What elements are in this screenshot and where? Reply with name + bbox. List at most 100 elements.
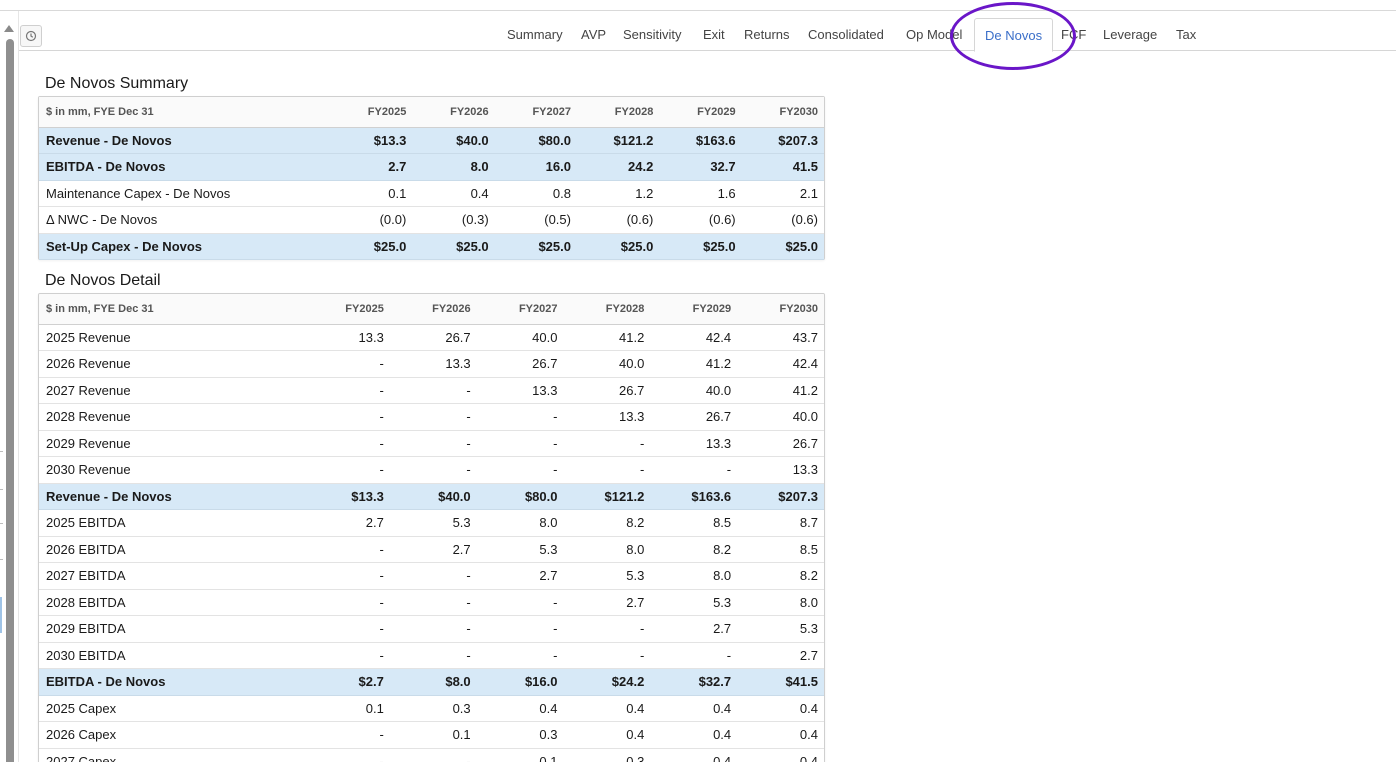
value-cell: 8.0 <box>412 153 495 181</box>
summary-header-row: $ in mm, FYE Dec 31 FY2025 FY2026 FY2027 FY2… <box>39 97 824 128</box>
value-cell: 0.4 <box>737 748 824 762</box>
rail-marker <box>0 597 2 633</box>
table-row: 2027 EBITDA - -2.7 5.3 8.0 8.2 <box>39 562 824 590</box>
value-cell: 26.7 <box>737 430 824 457</box>
value-cell: - <box>563 456 651 484</box>
year-header: FY2029 <box>650 294 738 325</box>
value-cell: 13.3 <box>476 377 564 404</box>
row-label: Revenue - De Novos <box>39 127 330 154</box>
tab-bar: Summary AVP Sensitivity Exit Returns Consolid… <box>19 18 1396 52</box>
row-label: Set-Up Capex - De Novos <box>39 233 330 260</box>
total-row: Revenue - De Novos $13.3 $40.0 $80.0 $121.2 $… <box>39 483 824 510</box>
value-cell: $40.0 <box>389 483 477 510</box>
row-label: 2025 EBITDA <box>39 509 303 537</box>
value-cell: - <box>476 456 564 484</box>
tab-leverage[interactable]: Leverage <box>1103 27 1157 42</box>
value-cell: 8.2 <box>650 536 738 563</box>
value-cell: 0.3 <box>476 721 564 749</box>
value-cell: 8.0 <box>650 562 738 590</box>
tab-returns[interactable]: Returns <box>744 27 790 42</box>
tab-de-novos[interactable]: De Novos <box>974 18 1054 52</box>
table-row: 2026 EBITDA -2.7 5.3 8.0 8.2 8.5 <box>39 536 824 563</box>
value-cell: 5.3 <box>389 509 477 537</box>
value-cell: - <box>303 642 390 669</box>
table-row: 2026 Capex -0.1 0.3 0.4 0.4 0.4 <box>39 721 824 749</box>
tab-sensitivity[interactable]: Sensitivity <box>623 27 682 42</box>
vertical-scrollbar[interactable] <box>6 39 14 762</box>
value-cell: - <box>303 721 390 749</box>
value-cell: 5.3 <box>650 589 738 616</box>
tab-consolidated[interactable]: Consolidated <box>808 27 884 42</box>
value-cell: $25.0 <box>330 233 413 260</box>
value-cell: - <box>389 430 477 457</box>
value-cell: $163.6 <box>659 127 742 154</box>
rail-tick <box>0 559 3 560</box>
value-cell: 2.7 <box>303 509 390 537</box>
value-cell: - <box>303 615 390 643</box>
table-row: 2027 Capex - -0.1 0.3 0.4 0.4 <box>39 748 824 762</box>
left-scroll-rail <box>0 11 19 762</box>
value-cell: (0.6) <box>659 206 742 234</box>
value-cell: (0.3) <box>412 206 495 234</box>
year-header: FY2025 <box>303 294 390 325</box>
value-cell: 0.8 <box>494 180 577 207</box>
year-header: FY2026 <box>389 294 477 325</box>
table-row: 2028 Revenue - - -13.3 26.7 40.0 <box>39 403 824 431</box>
rail-tick <box>0 523 3 524</box>
value-cell: 0.1 <box>303 695 390 722</box>
value-cell: - <box>303 377 390 404</box>
value-cell: - <box>389 748 477 762</box>
tab-op-model[interactable]: Op Model <box>906 27 962 42</box>
row-label: 2027 EBITDA <box>39 562 303 590</box>
value-cell: - <box>476 403 564 431</box>
tab-exit[interactable]: Exit <box>703 27 725 42</box>
total-row: Set-Up Capex - De Novos $25.0 $25.0 $25.0 $2… <box>39 233 824 260</box>
value-cell: (0.0) <box>330 206 413 234</box>
table-row: 2028 EBITDA - - -2.7 5.3 8.0 <box>39 589 824 616</box>
value-cell: 13.3 <box>563 403 651 431</box>
row-label: 2029 EBITDA <box>39 615 303 643</box>
summary-table-body: Revenue - De Novos $13.3 $40.0 $80.0 $121.2 $… <box>39 127 824 260</box>
tab-summary[interactable]: Summary <box>507 27 563 42</box>
value-cell: - <box>303 350 390 378</box>
table-row: 2025 EBITDA 2.7 5.3 8.0 8.2 8.5 8.7 <box>39 509 824 537</box>
row-label: 2025 Capex <box>39 695 303 722</box>
tab-fcf[interactable]: FCF <box>1061 27 1086 42</box>
detail-table-body: 2025 Revenue 13.3 26.7 40.0 41.2 42.4 43.7 2026… <box>39 324 824 762</box>
value-cell: 40.0 <box>737 403 824 431</box>
value-cell: - <box>389 403 477 431</box>
value-cell: 2.7 <box>737 642 824 669</box>
value-cell: 41.2 <box>650 350 738 378</box>
tab-tax[interactable]: Tax <box>1176 27 1196 42</box>
units-header: $ in mm, FYE Dec 31 <box>39 97 330 128</box>
value-cell: - <box>389 642 477 669</box>
value-cell: $25.0 <box>576 233 660 260</box>
value-cell: 1.2 <box>576 180 660 207</box>
scroll-up-arrow-icon[interactable] <box>4 25 14 32</box>
value-cell: 2.7 <box>389 536 477 563</box>
value-cell: 8.0 <box>476 509 564 537</box>
value-cell: $2.7 <box>303 668 390 696</box>
value-cell: $80.0 <box>494 127 577 154</box>
value-cell: 8.2 <box>563 509 651 537</box>
value-cell: 8.2 <box>737 562 824 590</box>
table-row: 2030 Revenue - - - - -13.3 <box>39 456 824 484</box>
value-cell: $24.2 <box>563 668 651 696</box>
value-cell: 40.0 <box>476 324 564 351</box>
total-row: EBITDA - De Novos $2.7 $8.0 $16.0 $24.2 $32.7… <box>39 668 824 696</box>
tab-avp[interactable]: AVP <box>581 27 606 42</box>
value-cell: 0.4 <box>650 721 738 749</box>
year-header: FY2027 <box>476 294 564 325</box>
year-header: FY2027 <box>494 97 577 128</box>
summary-table: $ in mm, FYE Dec 31 FY2025 FY2026 FY2027 FY2… <box>39 97 824 260</box>
value-cell: 43.7 <box>737 324 824 351</box>
row-label: Revenue - De Novos <box>39 483 303 510</box>
value-cell: $207.3 <box>741 127 824 154</box>
value-cell: (0.6) <box>741 206 824 234</box>
row-label: 2028 Revenue <box>39 403 303 431</box>
detail-section-title: De Novos Detail <box>45 272 161 289</box>
value-cell: $8.0 <box>389 668 477 696</box>
table-row: 2025 Capex 0.1 0.3 0.4 0.4 0.4 0.4 <box>39 695 824 722</box>
table-row: Δ NWC - De Novos (0.0) (0.3) (0.5) (0.6) (0.6… <box>39 206 824 234</box>
value-cell: 26.7 <box>563 377 651 404</box>
